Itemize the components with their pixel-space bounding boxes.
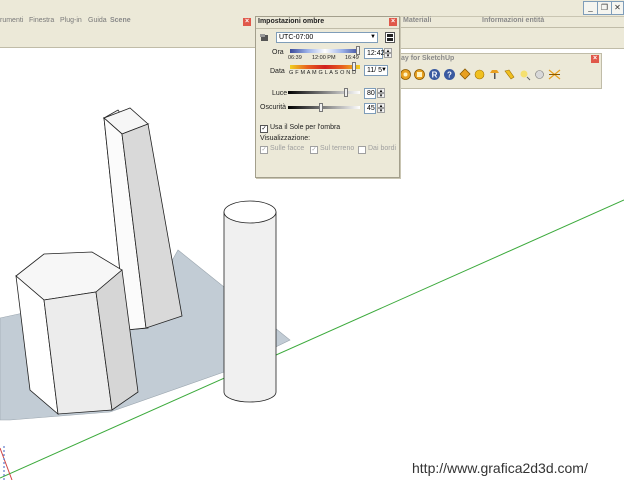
entity-info-panel-title[interactable]: Informazioni entità: [482, 17, 544, 24]
time-slider-track[interactable]: [290, 49, 360, 53]
display-label: Visualizzazione:: [260, 135, 311, 142]
svg-text:?: ?: [447, 71, 452, 80]
chevron-down-icon: ▼: [370, 34, 376, 40]
menu-plugin[interactable]: Plug-in: [60, 17, 82, 24]
light-input[interactable]: 80: [364, 88, 376, 99]
expand-dialog-icon[interactable]: [385, 32, 395, 43]
omni-icon[interactable]: [548, 68, 561, 81]
window-title-bar: _ ❐ ✕: [0, 0, 624, 17]
on-faces-checkbox[interactable]: ✓: [260, 146, 268, 154]
use-sun-label: Usa il Sole per l'ombra: [270, 124, 341, 131]
from-edges-label: Dai bordi: [368, 145, 397, 152]
watermark-url: http://www.grafica2d3d.com/: [412, 460, 588, 476]
time-mark-noon: 12:00 PM: [312, 55, 336, 61]
scene-panel-title: Scene: [110, 17, 131, 24]
darkness-input[interactable]: 45: [364, 103, 376, 114]
materials-panel-title: Materiali: [403, 17, 432, 24]
menu-guida[interactable]: Guida: [88, 17, 107, 24]
chevron-down-icon[interactable]: ▾: [384, 53, 392, 59]
lamp-icon[interactable]: [488, 68, 501, 81]
use-sun-checkbox[interactable]: ✓: [260, 125, 268, 133]
light-slider-track[interactable]: [288, 91, 360, 94]
podium-r-icon[interactable]: R: [428, 68, 441, 81]
chevron-down-icon[interactable]: ▾: [377, 108, 385, 114]
light-label: Luce: [272, 90, 288, 97]
timezone-select[interactable]: UTC-07:00 ▼: [276, 32, 378, 43]
menu-finestra[interactable]: Finestra: [29, 17, 54, 24]
months-scale: G F M A M G L A S O N D: [289, 70, 357, 76]
darkness-slider-track[interactable]: [288, 106, 360, 109]
sphere-icon[interactable]: [473, 68, 486, 81]
bulb-icon[interactable]: [533, 68, 546, 81]
light-slider-thumb[interactable]: [344, 88, 348, 97]
svg-text:R: R: [432, 71, 438, 80]
minimize-icon[interactable]: _: [583, 1, 598, 15]
chevron-down-icon[interactable]: ▾: [377, 93, 385, 99]
tag-icon[interactable]: [458, 68, 471, 81]
time-stepper[interactable]: ▴ ▾: [384, 48, 392, 59]
dialog-title-bar[interactable]: Impostazioni ombre ×: [256, 17, 399, 29]
chevron-down-icon: ▼: [381, 67, 387, 73]
podium-toolbar-title: ay for SketchUp: [401, 55, 455, 62]
close-icon[interactable]: ×: [243, 18, 251, 26]
close-icon[interactable]: ×: [389, 18, 397, 26]
darkness-stepper[interactable]: ▴ ▾: [377, 103, 385, 114]
time-label: Ora: [272, 49, 284, 56]
time-slider-thumb[interactable]: [356, 46, 360, 55]
spotlight-icon[interactable]: [503, 68, 516, 81]
time-mark-sunset: 16:49: [345, 55, 359, 61]
help-icon[interactable]: ?: [443, 68, 456, 81]
cylinder: [223, 200, 277, 403]
on-ground-label: Sul terreno: [320, 145, 355, 152]
date-slider-track[interactable]: [290, 65, 360, 69]
light-icon[interactable]: [518, 68, 531, 81]
hexagonal-prism: [15, 251, 139, 415]
menu-strumenti[interactable]: rumenti: [0, 17, 23, 24]
on-ground-checkbox[interactable]: ✓: [310, 146, 318, 154]
light-stepper[interactable]: ▴ ▾: [377, 88, 385, 99]
render-options-icon[interactable]: [413, 68, 426, 81]
shadow-toggle-icon[interactable]: [260, 33, 270, 42]
date-value: 11/ 5: [367, 67, 383, 74]
from-edges-checkbox[interactable]: [358, 146, 366, 154]
timezone-value: UTC-07:00: [279, 34, 314, 41]
time-mark-sunrise: 06:39: [288, 55, 302, 61]
scene-panel-body: [0, 27, 256, 48]
close-icon[interactable]: ✕: [611, 1, 624, 15]
shadow-settings-dialog: Impostazioni ombre × UTC-07:00 ▼ Ora 06:…: [255, 16, 400, 178]
darkness-label: Oscurità: [260, 104, 287, 111]
time-input[interactable]: 12:42: [364, 48, 385, 59]
close-icon[interactable]: ×: [591, 55, 599, 63]
materials-panel-body: [400, 28, 624, 49]
render-icon[interactable]: [399, 68, 412, 81]
dialog-title: Impostazioni ombre: [258, 18, 325, 25]
on-faces-label: Sulle facce: [270, 145, 305, 152]
podium-toolbar: ay for SketchUp × R ?: [396, 53, 602, 89]
materials-panel-header[interactable]: Materiali Informazioni entità: [400, 17, 624, 28]
date-label: Data: [270, 68, 285, 75]
date-input[interactable]: 11/ 5 ▼: [364, 65, 388, 76]
darkness-slider-thumb[interactable]: [319, 103, 323, 112]
maximize-icon[interactable]: ❐: [597, 1, 612, 15]
